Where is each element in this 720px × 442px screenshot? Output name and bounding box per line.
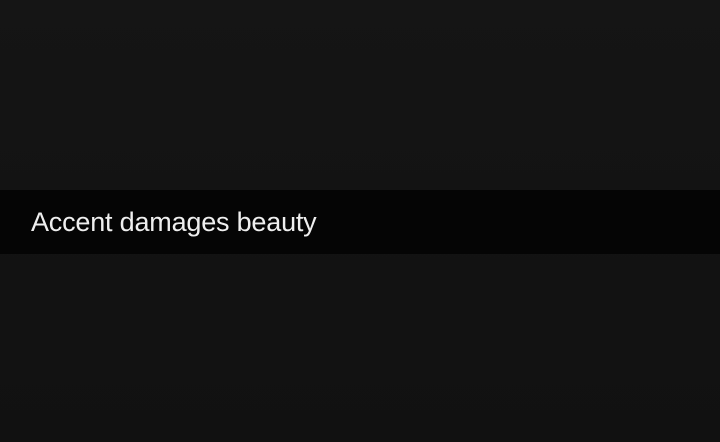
- caption-text: Accent damages beauty: [31, 206, 317, 237]
- caption-banner: Accent damages beauty: [0, 190, 720, 254]
- screen: Accent damages beauty: [0, 0, 720, 442]
